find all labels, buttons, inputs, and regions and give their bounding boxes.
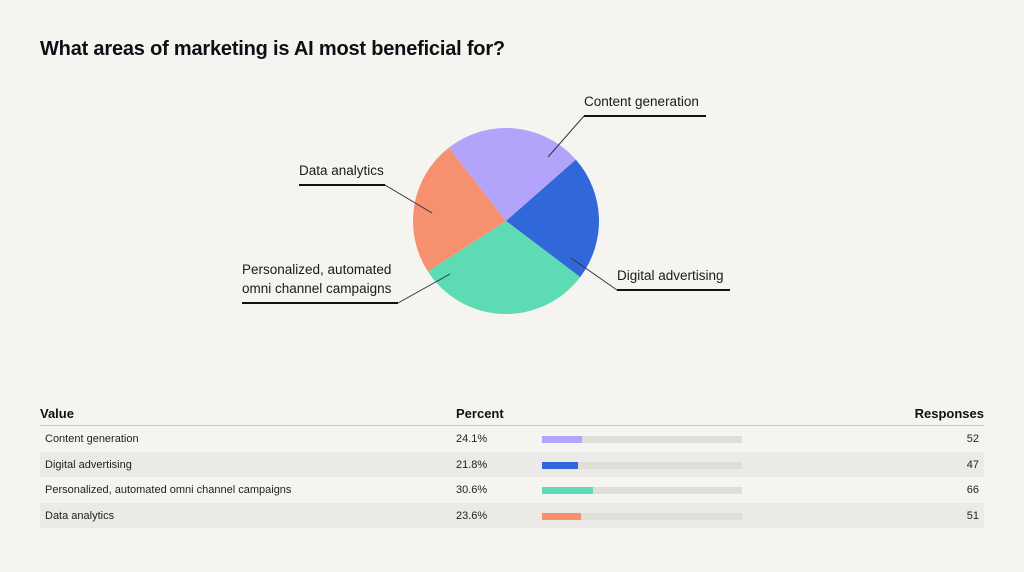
percent-bar-fill — [542, 487, 593, 494]
percent-bar-track — [542, 512, 742, 520]
row-percent: 21.8% — [456, 458, 488, 471]
pie-chart — [384, 115, 618, 314]
table-row: Personalized, automated omni channel cam… — [40, 477, 984, 503]
header-responses: Responses — [914, 406, 984, 421]
header-percent: Percent — [456, 406, 504, 421]
results-table: Value Percent Responses Content generati… — [40, 400, 984, 528]
label-underline — [242, 302, 398, 304]
percent-bar-fill — [542, 436, 582, 443]
row-label: Personalized, automated omni channel cam… — [45, 484, 292, 496]
row-responses: 66 — [966, 484, 979, 496]
pie-label-personalized: Personalized, automated omni channel cam… — [242, 260, 391, 298]
percent-bar-track — [542, 461, 742, 469]
percent-bar-track — [542, 487, 742, 494]
row-label: Content generation — [45, 433, 139, 445]
row-label: Data analytics — [45, 509, 115, 522]
table-header: Value Percent Responses — [40, 400, 984, 426]
row-percent: 30.6% — [456, 484, 488, 496]
row-responses: 52 — [966, 433, 979, 445]
row-responses: 51 — [966, 509, 979, 522]
row-label: Digital advertising — [45, 458, 132, 471]
label-underline — [617, 289, 730, 291]
pie-label-content-generation: Content generation — [584, 94, 699, 109]
percent-bar-track — [542, 436, 742, 443]
table-row: Digital advertising 21.8% 47 — [40, 451, 984, 477]
label-underline — [299, 184, 385, 186]
pie-label-data-analytics: Data analytics — [299, 163, 384, 178]
table-row: Data analytics 23.6% 51 — [40, 502, 984, 528]
row-percent: 23.6% — [456, 509, 488, 522]
pie-label-personalized-line1: Personalized, automated — [242, 262, 392, 277]
row-percent: 24.1% — [456, 433, 488, 445]
row-responses: 47 — [966, 458, 979, 471]
pie-label-personalized-line2: omni channel campaigns — [242, 281, 392, 296]
label-underline — [584, 115, 706, 117]
header-value: Value — [40, 406, 74, 421]
table-row: Content generation 24.1% 52 — [40, 426, 984, 452]
percent-bar-fill — [542, 461, 579, 469]
percent-bar-fill — [542, 512, 582, 520]
pie-label-digital-advertising: Digital advertising — [617, 268, 724, 283]
